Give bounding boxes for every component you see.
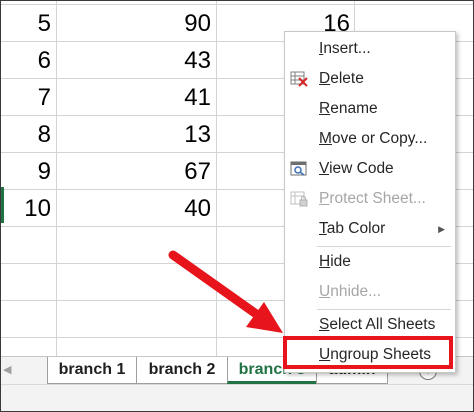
ungroup-highlight-box	[283, 336, 453, 369]
menu-item-hide[interactable]: Hide	[285, 247, 455, 277]
menu-item-unhide[interactable]: Unhide...	[285, 277, 455, 307]
menu-item-label: Insert...	[319, 40, 371, 57]
cell-b[interactable]: 40	[59, 194, 211, 224]
menu-item-label: Rename	[319, 100, 378, 117]
sheet-tab-branch-2[interactable]: branch 2	[136, 357, 228, 384]
status-strip	[1, 384, 473, 411]
sheet-context-menu: Insert... Delete Rename Move or Copy...	[284, 31, 456, 373]
cell-b[interactable]: 43	[59, 46, 211, 76]
cell-a[interactable]: 9	[1, 157, 51, 187]
view-code-icon	[290, 161, 307, 176]
menu-item-label: Move or Copy...	[319, 130, 428, 147]
cell-a[interactable]: 8	[1, 120, 51, 150]
cell-b[interactable]: 90	[59, 9, 211, 39]
column-divider	[216, 1, 217, 356]
chevron-right-icon: ▶	[438, 224, 445, 234]
cell-a[interactable]: 7	[1, 83, 51, 113]
menu-item-label: Protect Sheet...	[319, 190, 426, 207]
menu-item-move-or-copy[interactable]: Move or Copy...	[285, 124, 455, 154]
menu-item-rename[interactable]: Rename	[285, 94, 455, 124]
cell-b[interactable]: 41	[59, 83, 211, 113]
menu-item-delete[interactable]: Delete	[285, 64, 455, 94]
column-divider	[56, 1, 57, 356]
cell-a[interactable]: 6	[1, 46, 51, 76]
spreadsheet-window: 5 90 16 6 43 7 41 8 13 9 67 10 40 ◀ bran…	[0, 0, 474, 412]
menu-item-label: Tab Color	[319, 220, 386, 237]
menu-item-label: Delete	[319, 70, 364, 87]
menu-item-label: Hide	[319, 253, 351, 270]
row-divider	[1, 4, 473, 5]
cell-b[interactable]: 13	[59, 120, 211, 150]
menu-item-label: Unhide...	[319, 283, 382, 300]
menu-item-view-code[interactable]: View Code	[285, 154, 455, 184]
delete-sheet-icon	[290, 71, 308, 87]
menu-item-tab-color[interactable]: Tab Color ▶	[285, 214, 455, 244]
menu-item-label: View Code	[319, 160, 394, 177]
sheet-tab-branch-1[interactable]: branch 1	[47, 357, 137, 384]
scroll-tabs-left-icon[interactable]: ◀	[3, 363, 11, 376]
protect-sheet-icon	[290, 191, 308, 207]
cell-b[interactable]: 67	[59, 157, 211, 187]
menu-item-protect-sheet[interactable]: Protect Sheet...	[285, 184, 455, 214]
cell-a[interactable]: 5	[1, 9, 51, 39]
cell-a[interactable]: 10	[1, 194, 51, 224]
menu-item-insert[interactable]: Insert...	[285, 34, 455, 64]
